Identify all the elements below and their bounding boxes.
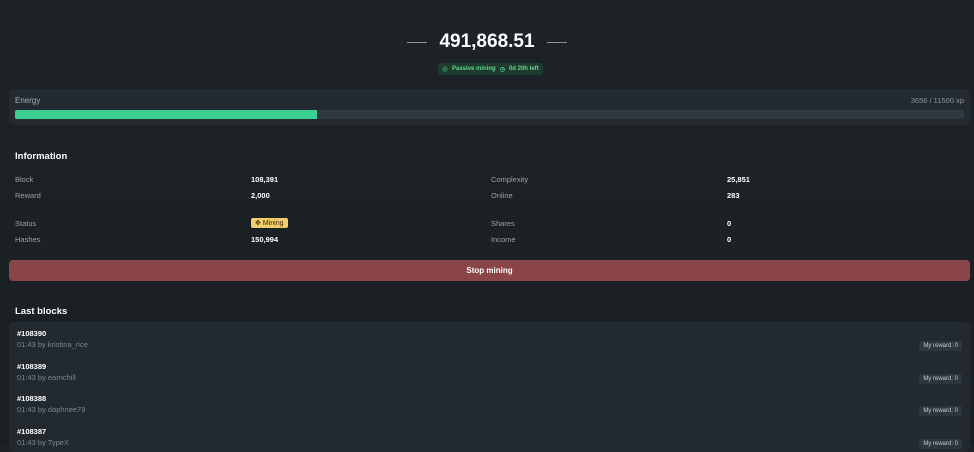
list-item[interactable]: #108390 01:43 by kristina_rice My reward: … xyxy=(17,329,962,351)
online-value: 283 xyxy=(727,191,740,200)
reward-badge: My reward: 0 xyxy=(919,406,962,416)
balance-value: 491,868.51 xyxy=(439,31,535,52)
energy-label: Energy xyxy=(15,96,41,105)
energy-fill xyxy=(15,110,317,119)
block-id: #108387 xyxy=(17,427,47,436)
balance-display: 491,868.51 xyxy=(0,31,974,53)
hashes-label: Hashes xyxy=(15,235,41,244)
reward-value: 2,000 xyxy=(251,191,270,200)
shares-label: Shares xyxy=(491,219,515,228)
income-value: 0 xyxy=(727,235,732,244)
mining-mode-badge: Passive mining ◷ 0d 20h left xyxy=(438,63,543,75)
stop-mining-button[interactable]: Stop mining xyxy=(9,260,970,281)
complexity-label: Complexity xyxy=(491,175,529,184)
hashes-value: 150,994 xyxy=(251,235,279,244)
clock-icon: ◷ xyxy=(499,66,505,73)
reward-label: Reward xyxy=(15,191,41,200)
list-item[interactable]: #108387 01:43 by TypeX My reward: 0 xyxy=(17,427,962,449)
block-id: #108388 xyxy=(17,394,47,403)
information-heading: Information xyxy=(15,151,68,162)
divider xyxy=(407,41,428,43)
block-meta: 01:43 by kristina_rice xyxy=(17,340,88,349)
block-id: #108389 xyxy=(17,362,47,371)
reward-badge: My reward: 0 xyxy=(919,341,962,351)
last-blocks-heading: Last blocks xyxy=(15,306,68,317)
mode-label: Passive mining xyxy=(452,66,496,72)
status-dot-icon xyxy=(442,66,448,72)
list-item[interactable]: #108388 01:43 by daphnee79 My reward: 0 xyxy=(17,394,962,416)
block-meta: 01:43 by daphnee79 xyxy=(17,405,86,414)
status-value: Mining xyxy=(262,219,284,227)
block-value: 108,391 xyxy=(251,175,279,184)
block-meta: 01:43 by earnchill xyxy=(17,373,76,382)
mining-icon: ✥ xyxy=(255,220,261,227)
shares-value: 0 xyxy=(727,219,732,228)
list-item[interactable]: #108389 01:43 by earnchill My reward: 0 xyxy=(17,362,962,384)
complexity-value: 25,851 xyxy=(727,175,750,184)
status-badge: ✥ Mining xyxy=(251,218,288,228)
energy-panel: Energy 3656 / 11500 xp xyxy=(9,89,970,125)
block-label: Block xyxy=(15,175,34,184)
online-label: Online xyxy=(491,191,513,200)
last-blocks-list: #108390 01:43 by kristina_rice My reward: … xyxy=(9,322,970,452)
divider xyxy=(546,41,567,43)
reward-badge: My reward: 0 xyxy=(919,374,962,384)
status-label: Status xyxy=(15,219,37,228)
block-id: #108390 xyxy=(17,329,47,338)
reward-badge: My reward: 0 xyxy=(919,439,962,449)
time-left: 0d 20h left xyxy=(508,66,539,72)
income-label: Income xyxy=(491,235,516,244)
energy-progress xyxy=(15,110,964,119)
energy-xp: 3656 / 11500 xp xyxy=(910,96,964,105)
